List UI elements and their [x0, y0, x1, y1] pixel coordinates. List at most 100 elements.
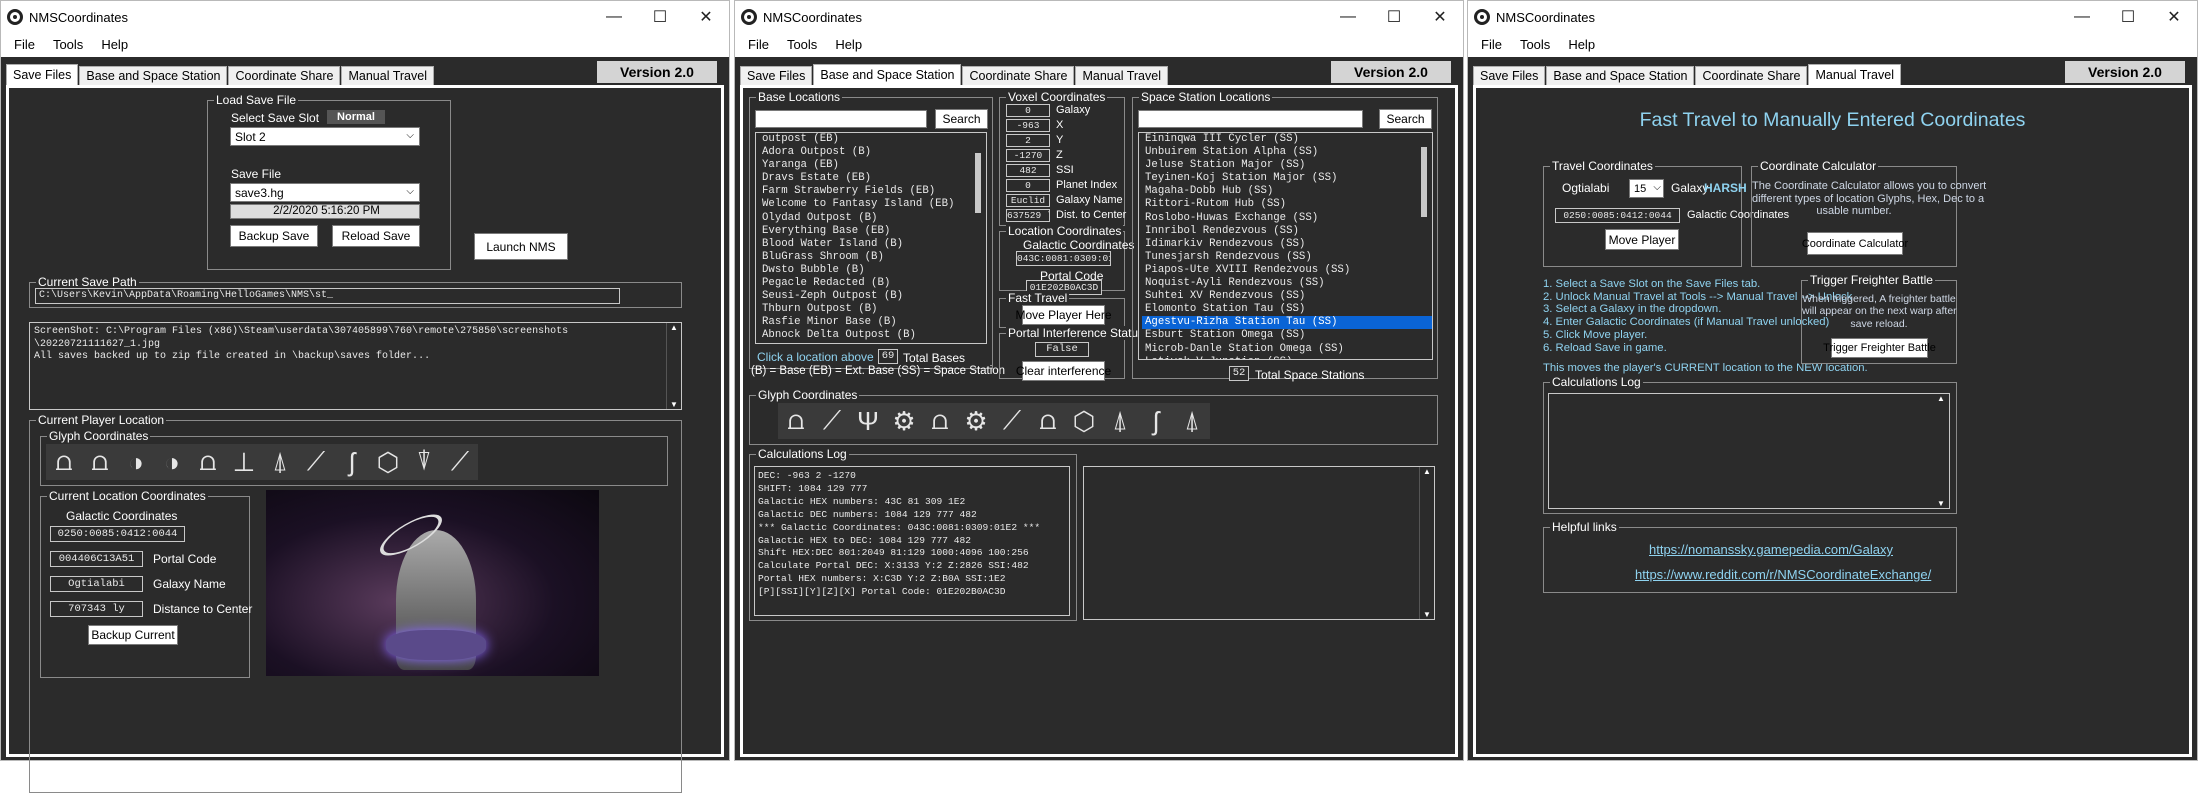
minimize-button[interactable]: —: [1325, 1, 1371, 33]
distance-field[interactable]: 707343 ly: [50, 601, 143, 617]
tab-save-files[interactable]: Save Files: [6, 64, 79, 86]
tab-base-and-space-station[interactable]: Base and Space Station: [1546, 66, 1695, 86]
voxel-value-field[interactable]: -963: [1006, 119, 1050, 132]
station-list[interactable]: Eininqwa III Cycler (SS) Unbuirem Station…: [1138, 132, 1433, 360]
list-item[interactable]: Rittori-Rutom Hub (SS): [1142, 198, 1432, 211]
notes-box[interactable]: ▲ ▼: [1083, 466, 1435, 620]
base-search-input[interactable]: [755, 110, 927, 128]
station-search-button[interactable]: Search: [1379, 109, 1432, 129]
notes-scrollbar[interactable]: ▲ ▼: [1419, 467, 1434, 619]
list-item[interactable]: Welcome to Fantasy Island (EB): [759, 198, 986, 211]
galactic-coordinates-field[interactable]: 0250:0085:0412:0044: [50, 526, 185, 542]
voxel-value-field[interactable]: 637529 ly: [1006, 209, 1050, 222]
station-search-input[interactable]: [1138, 110, 1363, 128]
move-player-button[interactable]: Move Player: [1605, 229, 1679, 250]
list-item[interactable]: Roslobo-Huwas Exchange (SS): [1142, 212, 1432, 225]
log-scrollbar[interactable]: ▲ ▼: [1934, 394, 1949, 508]
clear-interference-button[interactable]: Clear interference: [1016, 361, 1111, 381]
save-file-dropdown[interactable]: save3.hg ⌵: [230, 183, 420, 202]
voxel-value-field[interactable]: 0: [1006, 104, 1050, 117]
list-item[interactable]: Yaranga (EB): [759, 159, 986, 172]
galaxy-wiki-link[interactable]: https://nomanssky.gamepedia.com/Galaxy: [1649, 542, 1893, 557]
station-list-scrollbar[interactable]: [1417, 133, 1432, 217]
voxel-value-field[interactable]: -1270: [1006, 149, 1050, 162]
menu-file[interactable]: File: [5, 37, 44, 52]
list-item[interactable]: Unbuirem Station Alpha (SS): [1142, 146, 1432, 159]
title-bar[interactable]: NMSCoordinates — ☐ ✕: [735, 1, 1463, 33]
list-item[interactable]: Eininqwa III Cycler (SS): [1142, 133, 1432, 146]
menu-help[interactable]: Help: [1559, 37, 1604, 52]
tab-save-files[interactable]: Save Files: [740, 66, 813, 86]
tab-manual-travel[interactable]: Manual Travel: [341, 66, 434, 86]
menu-file[interactable]: File: [739, 37, 778, 52]
list-item[interactable]: BluGrass Shroom (B): [759, 251, 986, 264]
list-item[interactable]: Rasfie Minor Base (B): [759, 316, 986, 329]
galactic-coordinates-input[interactable]: 0250:0085:0412:0044: [1555, 208, 1680, 223]
close-button[interactable]: ✕: [683, 1, 729, 33]
menu-file[interactable]: File: [1472, 37, 1511, 52]
voxel-value-field[interactable]: 482: [1006, 164, 1050, 177]
title-bar[interactable]: NMSCoordinates — ☐ ✕: [1468, 1, 2197, 33]
list-item[interactable]: Farm Strawberry Fields (EB): [759, 185, 986, 198]
close-button[interactable]: ✕: [1417, 1, 1463, 33]
list-item[interactable]: Dravs Estate (EB): [759, 172, 986, 185]
menu-tools[interactable]: Tools: [44, 37, 92, 52]
list-item[interactable]: Adora Outpost (B): [759, 146, 986, 159]
list-item[interactable]: Lotiysk V Junction (SS): [1142, 356, 1432, 359]
list-item[interactable]: Abnock Delta Outpost (B): [759, 329, 986, 342]
tab-manual-travel[interactable]: Manual Travel: [1808, 64, 1901, 86]
portal-code-field[interactable]: 004406C13A51: [50, 551, 143, 567]
list-item[interactable]: Jeluse Station Major (SS): [1142, 159, 1432, 172]
list-item[interactable]: Elomonto Station Tau (SS): [1142, 303, 1432, 316]
list-item[interactable]: Everything Base (EB): [759, 225, 986, 238]
list-item[interactable]: Suhtei XV Rendezvous (SS): [1142, 290, 1432, 303]
backup-save-button[interactable]: Backup Save: [230, 225, 318, 247]
maximize-button[interactable]: ☐: [1371, 1, 1417, 33]
list-item[interactable]: outpost (EB): [759, 133, 986, 146]
list-item[interactable]: Blood Water Island (B): [759, 238, 986, 251]
menu-help[interactable]: Help: [826, 37, 871, 52]
list-item[interactable]: Thburn Outpost (B): [759, 303, 986, 316]
close-button[interactable]: ✕: [2151, 1, 2197, 33]
list-item[interactable]: Idimarkiv Rendezvous (SS): [1142, 238, 1432, 251]
maximize-button[interactable]: ☐: [2105, 1, 2151, 33]
list-item[interactable]: Olydad Outpost (B): [759, 212, 986, 225]
tab-manual-travel[interactable]: Manual Travel: [1075, 66, 1168, 86]
log-scrollbar[interactable]: ▲ ▼: [666, 323, 681, 409]
base-list[interactable]: outpost (EB) Adora Outpost (B) Yaranga (EB…: [755, 132, 987, 344]
title-bar[interactable]: NMSCoordinates — ☐ ✕: [1, 1, 729, 33]
calc-log-box[interactable]: ▲ ▼: [1548, 393, 1950, 509]
menu-tools[interactable]: Tools: [778, 37, 826, 52]
list-item[interactable]: Noquist-Ayli Rendezvous (SS): [1142, 277, 1432, 290]
list-item[interactable]: Tunesjarsh Rendezvous (SS): [1142, 251, 1432, 264]
list-item[interactable]: Piapos-Ute XVIII Rendezvous (SS): [1142, 264, 1432, 277]
save-slot-dropdown[interactable]: Slot 2 ⌵: [230, 127, 420, 146]
coordinate-calculator-button[interactable]: Coordinate Calculator: [1802, 232, 1908, 255]
tab-base-and-space-station[interactable]: Base and Space Station: [813, 64, 962, 86]
voxel-value-field[interactable]: Euclid: [1006, 194, 1050, 207]
galactic-coordinates-field[interactable]: 043C:0081:0309:01E2: [1016, 251, 1111, 266]
move-player-here-button[interactable]: Move Player Here: [1015, 305, 1112, 325]
reddit-exchange-link[interactable]: https://www.reddit.com/r/NMSCoordinateEx…: [1635, 567, 1931, 582]
minimize-button[interactable]: —: [2059, 1, 2105, 33]
minimize-button[interactable]: —: [591, 1, 637, 33]
backup-current-button[interactable]: Backup Current: [88, 625, 178, 645]
list-item[interactable]: Microb-Danle Station Omega (SS): [1142, 343, 1432, 356]
list-item[interactable]: Innribol Rendezvous (SS): [1142, 225, 1432, 238]
list-item[interactable]: Nusboro Outpost (B): [759, 343, 986, 344]
menu-tools[interactable]: Tools: [1511, 37, 1559, 52]
list-item[interactable]: Esburt Station Omega (SS): [1142, 329, 1432, 342]
base-search-button[interactable]: Search: [935, 109, 988, 129]
tab-coordinate-share[interactable]: Coordinate Share: [1695, 66, 1808, 86]
voxel-value-field[interactable]: 0: [1006, 179, 1050, 192]
list-item[interactable]: Magaha-Dobb Hub (SS): [1142, 185, 1432, 198]
launch-nms-button[interactable]: Launch NMS: [474, 233, 568, 260]
list-item[interactable]: Agestvu-Rizha Station Tau (SS): [1142, 316, 1432, 330]
galaxy-dropdown[interactable]: 15 ⌵: [1629, 179, 1664, 198]
tab-save-files[interactable]: Save Files: [1473, 66, 1546, 86]
trigger-freighter-battle-button[interactable]: Trigger Freighter Battle: [1823, 338, 1936, 358]
galaxy-name-field[interactable]: Ogtialabi: [50, 576, 143, 592]
tab-coordinate-share[interactable]: Coordinate Share: [228, 66, 341, 86]
list-item[interactable]: Pegacle Redacted (B): [759, 277, 986, 290]
list-item[interactable]: Teyinen-Koj Station Major (SS): [1142, 172, 1432, 185]
